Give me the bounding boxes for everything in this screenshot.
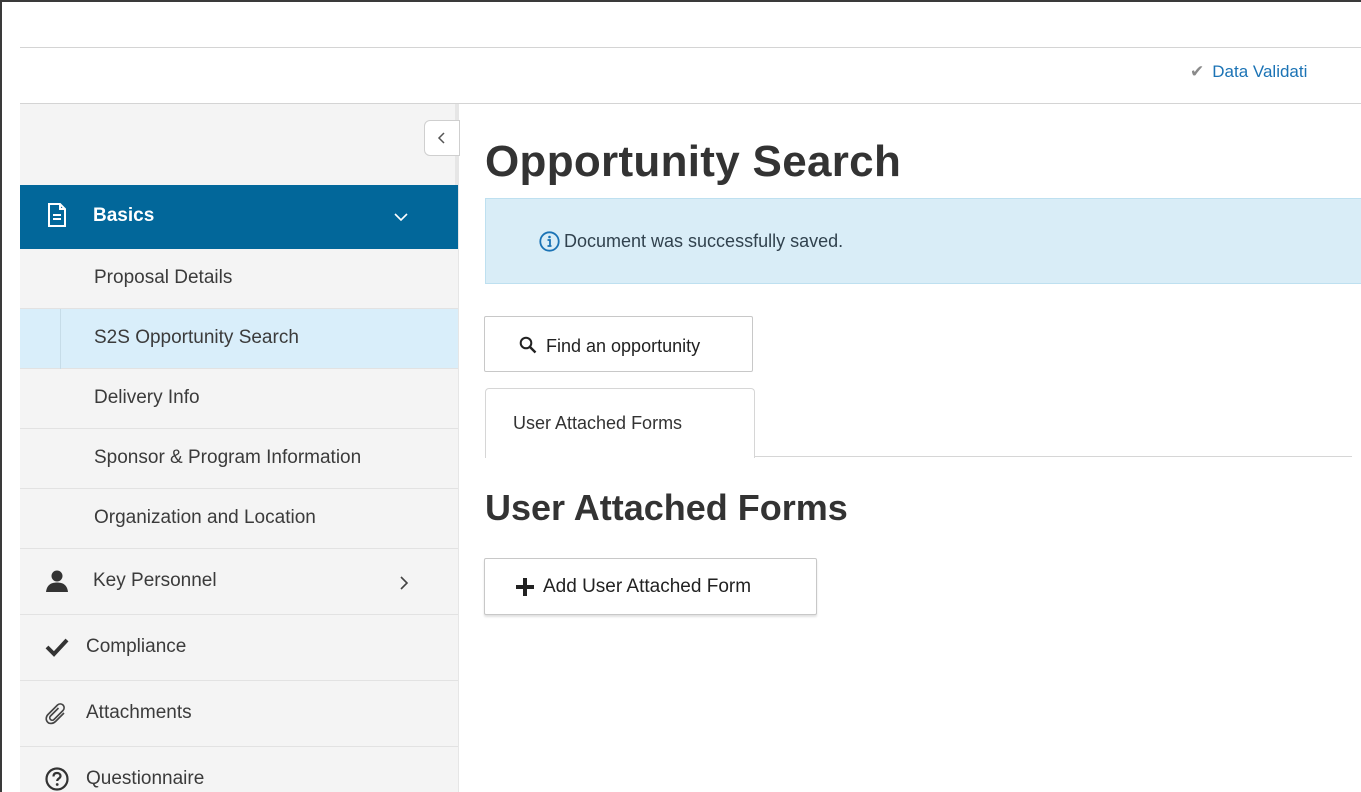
tab-user-attached-forms[interactable]: User Attached Forms <box>485 388 755 458</box>
plus-icon <box>516 578 534 596</box>
add-user-attached-form-label: Add User Attached Form <box>543 576 752 597</box>
sidebar-item-label: Basics <box>93 205 155 226</box>
data-validation-label: Data Validati <box>1212 62 1308 81</box>
page-title: Opportunity Search <box>485 137 902 186</box>
alert-message: Document was successfully saved. <box>564 231 844 251</box>
data-validation-link[interactable]: ✔ Data Validati <box>1190 62 1361 82</box>
sidebar-subitem-proposal-details[interactable]: Proposal Details <box>20 249 458 309</box>
sidebar-subitem-delivery-info[interactable]: Delivery Info <box>20 369 458 429</box>
find-opportunity-button[interactable]: Find an opportunity <box>484 316 753 372</box>
sidebar-item-key-personnel[interactable]: Key Personnel <box>20 549 458 615</box>
question-circle-icon <box>45 767 69 791</box>
sidebar-subitem-label: Delivery Info <box>94 387 200 408</box>
person-icon <box>46 570 68 592</box>
chevron-down-icon <box>394 213 408 222</box>
info-icon <box>539 231 560 252</box>
add-user-attached-form-button[interactable]: Add User Attached Form <box>484 558 817 615</box>
sidebar-item-label: Questionnaire <box>86 768 205 789</box>
sidebar-item-attachments[interactable]: Attachments <box>20 681 458 747</box>
sidebar-subitem-label: Organization and Location <box>94 507 316 528</box>
chevron-left-icon <box>437 132 445 144</box>
document-icon <box>48 203 66 227</box>
tab-label: User Attached Forms <box>513 413 683 433</box>
sidebar-subitem-organization-location[interactable]: Organization and Location <box>20 489 458 549</box>
sidebar-subitem-sponsor-program[interactable]: Sponsor & Program Information <box>20 429 458 489</box>
find-opportunity-label: Find an opportunity <box>546 336 701 356</box>
sidebar-item-basics[interactable]: Basics <box>20 185 458 249</box>
sidebar-subitem-label: Proposal Details <box>94 267 233 288</box>
sidebar-subitem-label: Sponsor & Program Information <box>94 447 362 468</box>
sidebar-item-label: Compliance <box>86 636 187 657</box>
checkmark-icon <box>45 638 69 657</box>
sidebar-item-compliance[interactable]: Compliance <box>20 615 458 681</box>
search-icon <box>519 336 537 354</box>
sidebar-item-label: Attachments <box>86 702 192 723</box>
checkmark-icon: ✔ <box>1190 62 1205 81</box>
header-bar <box>20 48 1361 103</box>
success-alert: Document was successfully saved. <box>485 198 1361 284</box>
chevron-right-icon <box>400 576 409 590</box>
section-title: User Attached Forms <box>485 487 848 528</box>
sidebar-subitem-label: S2S Opportunity Search <box>94 327 299 348</box>
collapse-sidebar-button[interactable] <box>424 120 460 156</box>
tab-bar-divider <box>754 456 1352 457</box>
sidebar-item-label: Key Personnel <box>93 570 217 591</box>
sidebar-subitem-s2s-opportunity-search[interactable]: S2S Opportunity Search <box>20 309 458 369</box>
sidebar-item-questionnaire[interactable]: Questionnaire <box>20 747 458 792</box>
paperclip-icon <box>45 703 65 725</box>
